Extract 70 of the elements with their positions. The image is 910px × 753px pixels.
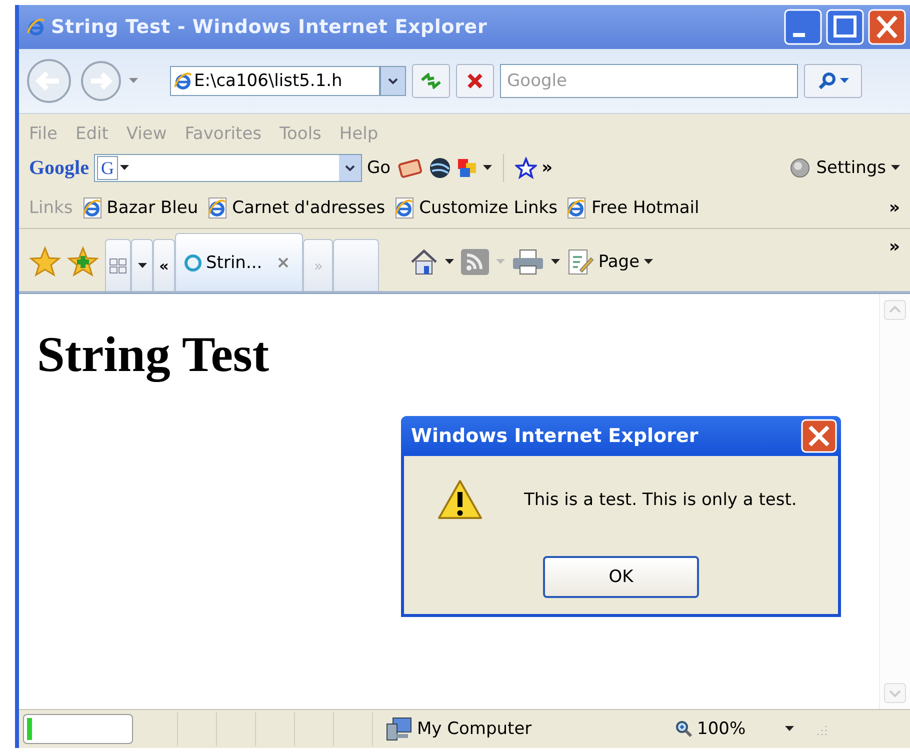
settings-button[interactable]: Settings (816, 158, 886, 178)
globe-icon[interactable] (428, 157, 451, 179)
star-icon[interactable] (514, 157, 537, 179)
search-field[interactable]: Google (500, 64, 798, 98)
settings-icon[interactable] (789, 157, 812, 179)
close-icon[interactable] (868, 9, 906, 45)
caret-icon[interactable] (891, 165, 900, 171)
chevron-down-icon (345, 164, 355, 172)
caret-icon[interactable] (138, 262, 146, 268)
printer-icon[interactable] (511, 249, 546, 275)
chevron-down-icon (388, 78, 398, 84)
window-title: String Test - Windows Internet Explorer (51, 16, 488, 38)
ie-page-icon (206, 197, 228, 219)
address-field[interactable]: E:\ca106\list5.1.h (170, 66, 380, 96)
maximize-icon[interactable] (826, 9, 864, 45)
link-item[interactable]: Free Hotmail (565, 197, 700, 219)
caret-icon[interactable] (551, 259, 560, 265)
refresh-button[interactable] (412, 64, 450, 98)
forward-icon[interactable] (79, 59, 123, 103)
scroll-down-icon (884, 683, 906, 703)
home-icon[interactable] (409, 248, 440, 276)
ie-page-icon (174, 72, 192, 90)
computer-icon (385, 716, 413, 742)
security-zone: My Computer (417, 719, 532, 739)
more-button[interactable]: » (889, 237, 900, 257)
zoom-level[interactable]: 100% (697, 719, 746, 739)
page-edit-icon (566, 248, 594, 276)
back-icon[interactable] (25, 57, 73, 105)
dropdown-button[interactable] (380, 66, 406, 96)
caret-icon[interactable] (644, 259, 653, 265)
page-heading: String Test (37, 325, 270, 384)
grid-icon (109, 258, 127, 274)
google-search-field[interactable]: G (94, 154, 362, 182)
ok-button[interactable]: OK (543, 556, 699, 598)
favorites-star-icon[interactable] (29, 246, 61, 278)
blocks-icon[interactable] (456, 157, 478, 179)
search-icon (818, 72, 836, 90)
minimize-icon[interactable] (784, 9, 822, 45)
ie-page-icon (565, 197, 588, 219)
caret-icon[interactable] (482, 165, 492, 171)
caret-icon[interactable] (445, 259, 454, 265)
browser-tab[interactable]: Strin... × (175, 233, 304, 291)
add-favorite-icon[interactable] (67, 246, 99, 278)
google-logo: Google (29, 156, 89, 180)
ie-logo-icon (27, 18, 45, 36)
dialog-message: This is a test. This is only a test. (524, 490, 797, 510)
scroll-tabs-button[interactable]: « (153, 239, 175, 291)
page-menu-button[interactable]: Page (566, 248, 653, 276)
dialog-title: Windows Internet Explorer (411, 425, 698, 447)
zoom-icon (675, 720, 693, 738)
go-button[interactable]: Go (367, 158, 391, 178)
close-icon[interactable] (801, 419, 837, 453)
warning-icon (436, 478, 484, 522)
stop-icon (467, 73, 483, 89)
link-item[interactable]: Carnet d'adresses (206, 197, 386, 219)
ie-page-icon (80, 197, 103, 219)
caret-icon[interactable] (120, 165, 129, 171)
links-label: Links (29, 198, 73, 218)
link-item[interactable]: Customize Links (393, 197, 558, 219)
ie-page-icon (393, 197, 416, 219)
stop-button[interactable] (456, 64, 494, 98)
link-item[interactable]: Bazar Bleu (80, 197, 198, 219)
scroll-up-icon (884, 300, 906, 320)
feed-icon[interactable] (460, 248, 490, 276)
loading-ring-icon (184, 254, 202, 272)
more-button[interactable]: » (542, 158, 553, 178)
quick-tabs-button[interactable] (105, 239, 131, 291)
caret-icon[interactable] (785, 726, 794, 732)
more-button[interactable]: » (889, 198, 900, 218)
search-button[interactable] (804, 64, 862, 98)
